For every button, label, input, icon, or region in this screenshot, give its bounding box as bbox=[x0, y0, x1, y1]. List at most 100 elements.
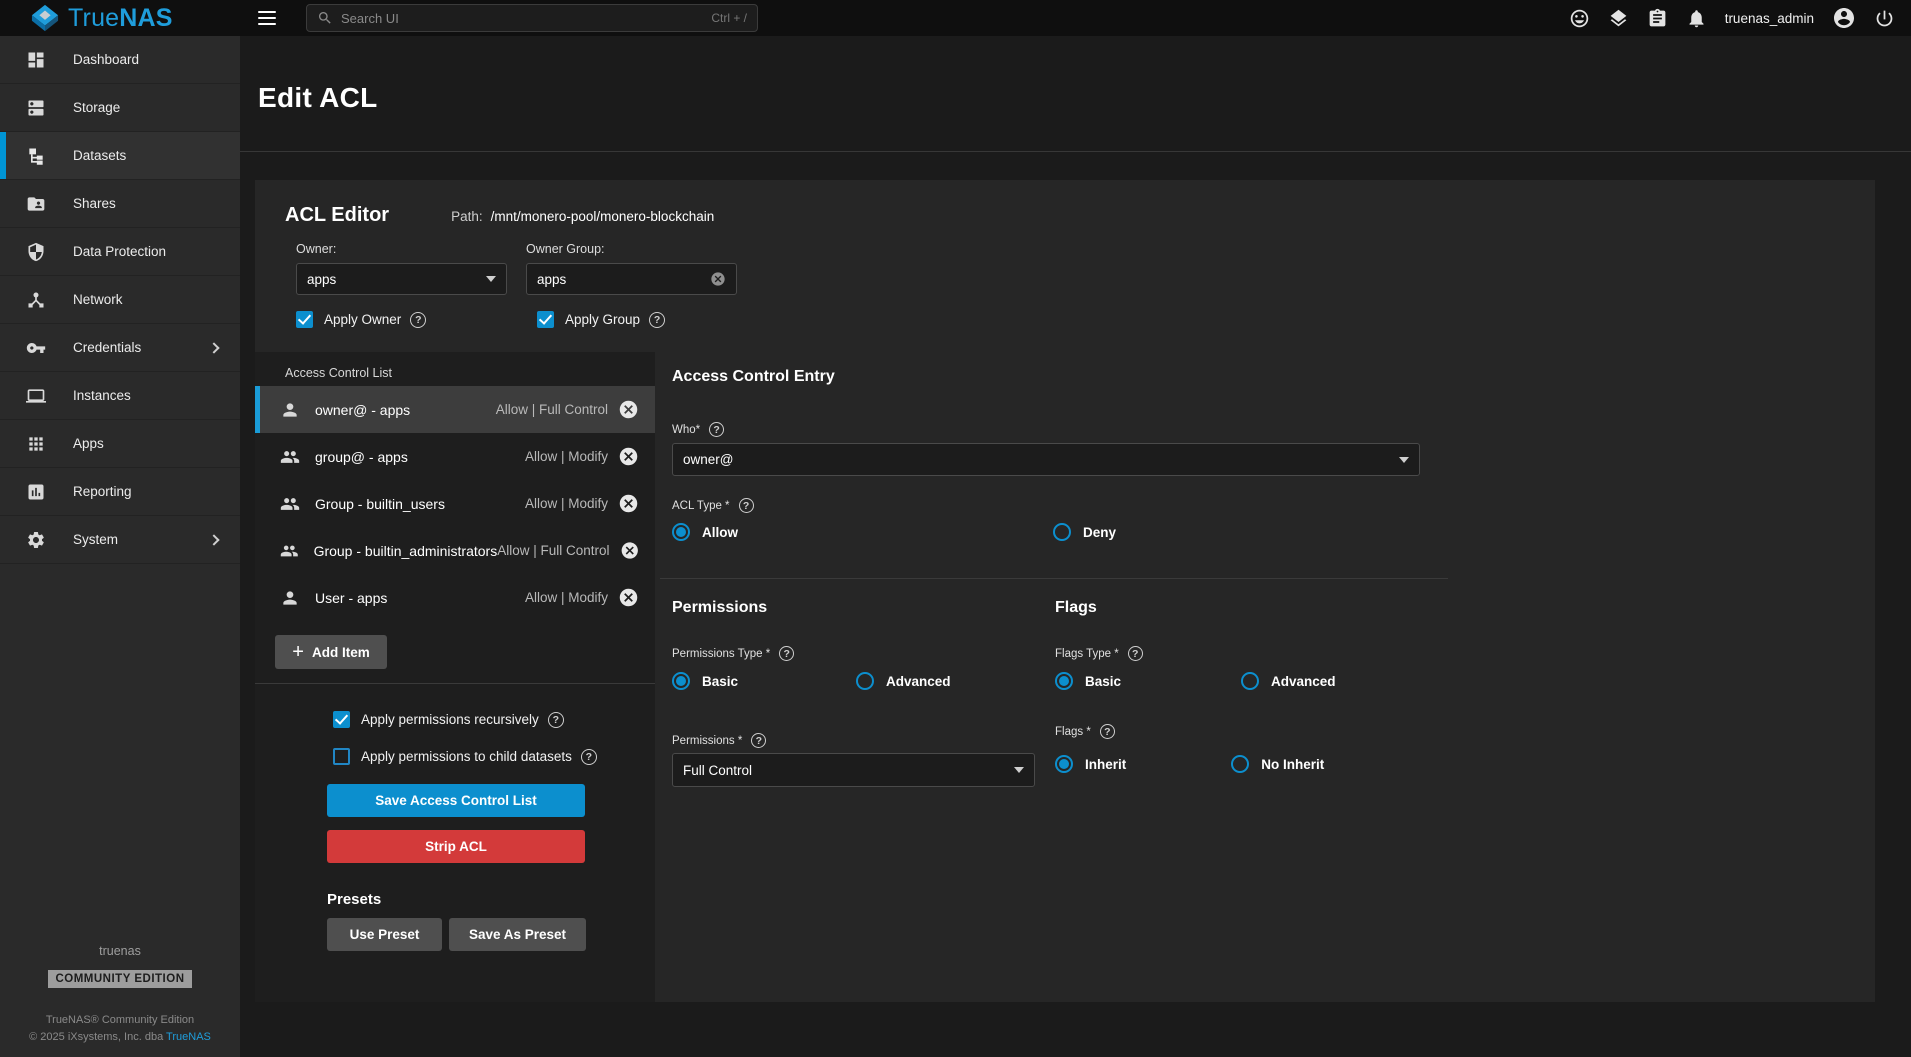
sidebar-item-apps[interactable]: Apps bbox=[0, 420, 240, 468]
plus-icon: + bbox=[292, 642, 304, 662]
group-icon bbox=[280, 494, 300, 514]
sidebar-item-credentials[interactable]: Credentials bbox=[0, 324, 240, 372]
alerts-bell-icon[interactable] bbox=[1686, 8, 1707, 29]
remove-entry-icon[interactable] bbox=[618, 587, 639, 608]
flags-no-inherit-radio[interactable]: No Inherit bbox=[1231, 755, 1324, 773]
flags-type-basic-radio[interactable]: Basic bbox=[1055, 672, 1121, 690]
who-select[interactable]: owner@ bbox=[672, 443, 1420, 476]
save-acl-button[interactable]: Save Access Control List bbox=[327, 784, 585, 817]
clear-input-icon[interactable] bbox=[710, 271, 726, 287]
remove-entry-icon[interactable] bbox=[618, 446, 639, 467]
help-icon[interactable] bbox=[751, 733, 766, 748]
who-label: Who* bbox=[672, 422, 724, 437]
username-label: truenas_admin bbox=[1725, 11, 1814, 26]
chevron-right-icon bbox=[208, 342, 219, 353]
chevron-down-icon bbox=[1399, 457, 1409, 463]
add-item-button[interactable]: + Add Item bbox=[275, 635, 387, 669]
sidebar-item-shares[interactable]: Shares bbox=[0, 180, 240, 228]
apply-recursively-checkbox[interactable]: Apply permissions recursively bbox=[333, 711, 655, 728]
owner-group-input[interactable]: apps bbox=[526, 263, 737, 295]
save-as-preset-button[interactable]: Save As Preset bbox=[449, 918, 586, 951]
checkbox-unchecked-icon bbox=[333, 748, 350, 765]
search-icon bbox=[317, 10, 333, 26]
acl-entry-row[interactable]: group@ - apps Allow | Modify bbox=[255, 433, 655, 480]
jobs-clipboard-icon[interactable] bbox=[1647, 8, 1668, 29]
menu-hamburger-icon[interactable] bbox=[258, 7, 278, 29]
sidebar-item-reporting[interactable]: Reporting bbox=[0, 468, 240, 516]
truenas-logo[interactable]: TrueNAS bbox=[0, 4, 240, 33]
checkbox-checked-icon bbox=[333, 711, 350, 728]
acl-list-title: Access Control List bbox=[255, 352, 655, 386]
flags-inherit-radio[interactable]: Inherit bbox=[1055, 755, 1126, 773]
datasets-tree-icon bbox=[26, 146, 46, 166]
acl-entry-row[interactable]: owner@ - apps Allow | Full Control bbox=[255, 386, 655, 433]
shares-folder-icon bbox=[26, 194, 46, 214]
power-icon[interactable] bbox=[1874, 8, 1895, 29]
chevron-down-icon bbox=[486, 276, 496, 282]
divider bbox=[660, 578, 1448, 579]
divider bbox=[255, 683, 655, 684]
sidebar-footer: truenas COMMUNITY EDITION TrueNAS® Commu… bbox=[0, 944, 240, 1043]
acl-entry-row[interactable]: Group - builtin_users Allow | Modify bbox=[255, 480, 655, 527]
sidebar-item-data-protection[interactable]: Data Protection bbox=[0, 228, 240, 276]
remove-entry-icon[interactable] bbox=[618, 493, 639, 514]
hostname-label: truenas bbox=[0, 944, 240, 958]
top-bar: TrueNAS Ctrl + / truenas_admin bbox=[0, 0, 1911, 36]
apply-child-datasets-checkbox[interactable]: Apply permissions to child datasets bbox=[333, 748, 655, 765]
help-icon[interactable] bbox=[410, 312, 426, 328]
page-background: TrueNAS Ctrl + / truenas_admin bbox=[0, 0, 1911, 1057]
acl-type-deny-radio[interactable]: Deny bbox=[1053, 523, 1116, 541]
sidebar-item-storage[interactable]: Storage bbox=[0, 84, 240, 132]
truenas-footer-link[interactable]: TrueNAS bbox=[166, 1031, 211, 1043]
help-icon[interactable] bbox=[649, 312, 665, 328]
permissions-type-basic-radio[interactable]: Basic bbox=[672, 672, 738, 690]
layers-icon[interactable] bbox=[1608, 8, 1629, 29]
acl-type-allow-radio[interactable]: Allow bbox=[672, 523, 738, 541]
help-icon[interactable] bbox=[779, 646, 794, 661]
path-label: Path: bbox=[451, 209, 483, 224]
acl-type-label: ACL Type * bbox=[672, 498, 754, 513]
radio-unselected-icon bbox=[856, 672, 874, 690]
remove-entry-icon[interactable] bbox=[620, 540, 640, 561]
sidebar-item-network[interactable]: Network bbox=[0, 276, 240, 324]
strip-acl-button[interactable]: Strip ACL bbox=[327, 830, 585, 863]
apply-owner-checkbox[interactable]: Apply Owner bbox=[296, 311, 526, 328]
search-input[interactable] bbox=[341, 11, 703, 26]
owner-label: Owner: bbox=[296, 242, 507, 256]
truenas-logo-icon bbox=[30, 4, 60, 32]
chevron-right-icon bbox=[208, 534, 219, 545]
permissions-type-advanced-radio[interactable]: Advanced bbox=[856, 672, 951, 690]
sidebar-item-dashboard[interactable]: Dashboard bbox=[0, 36, 240, 84]
sidebar-item-instances[interactable]: Instances bbox=[0, 372, 240, 420]
flags-type-label: Flags Type * bbox=[1055, 646, 1143, 661]
sidebar-item-datasets[interactable]: Datasets bbox=[0, 132, 240, 180]
checkbox-checked-icon bbox=[537, 311, 554, 328]
help-icon[interactable] bbox=[1100, 724, 1115, 739]
user-avatar-icon[interactable] bbox=[1832, 6, 1856, 30]
feedback-smiley-icon[interactable] bbox=[1569, 8, 1590, 29]
checkbox-checked-icon bbox=[296, 311, 313, 328]
permissions-select[interactable]: Full Control bbox=[672, 753, 1035, 787]
group-icon bbox=[280, 447, 300, 467]
network-hub-icon bbox=[26, 290, 46, 310]
help-icon[interactable] bbox=[709, 422, 724, 437]
permissions-section-title: Permissions bbox=[672, 599, 767, 617]
help-icon[interactable] bbox=[581, 749, 597, 765]
acl-entry-row[interactable]: User - apps Allow | Modify bbox=[255, 574, 655, 621]
copyright-line: © 2025 iXsystems, Inc. dba TrueNAS bbox=[0, 1031, 240, 1043]
help-icon[interactable] bbox=[1128, 646, 1143, 661]
acl-entry-row[interactable]: Group - builtin_administrators Allow | F… bbox=[255, 527, 655, 574]
permissions-label: Permissions * bbox=[672, 733, 766, 748]
help-icon[interactable] bbox=[739, 498, 754, 513]
global-search[interactable]: Ctrl + / bbox=[306, 4, 758, 32]
use-preset-button[interactable]: Use Preset bbox=[327, 918, 442, 951]
sidebar: Dashboard Storage Datasets Shares Data P… bbox=[0, 36, 240, 1057]
flags-type-advanced-radio[interactable]: Advanced bbox=[1241, 672, 1336, 690]
help-icon[interactable] bbox=[548, 712, 564, 728]
person-icon bbox=[280, 400, 300, 420]
radio-selected-icon bbox=[672, 672, 690, 690]
owner-select[interactable]: apps bbox=[296, 263, 507, 295]
apply-group-checkbox[interactable]: Apply Group bbox=[537, 311, 767, 328]
remove-entry-icon[interactable] bbox=[618, 399, 639, 420]
sidebar-item-system[interactable]: System bbox=[0, 516, 240, 564]
